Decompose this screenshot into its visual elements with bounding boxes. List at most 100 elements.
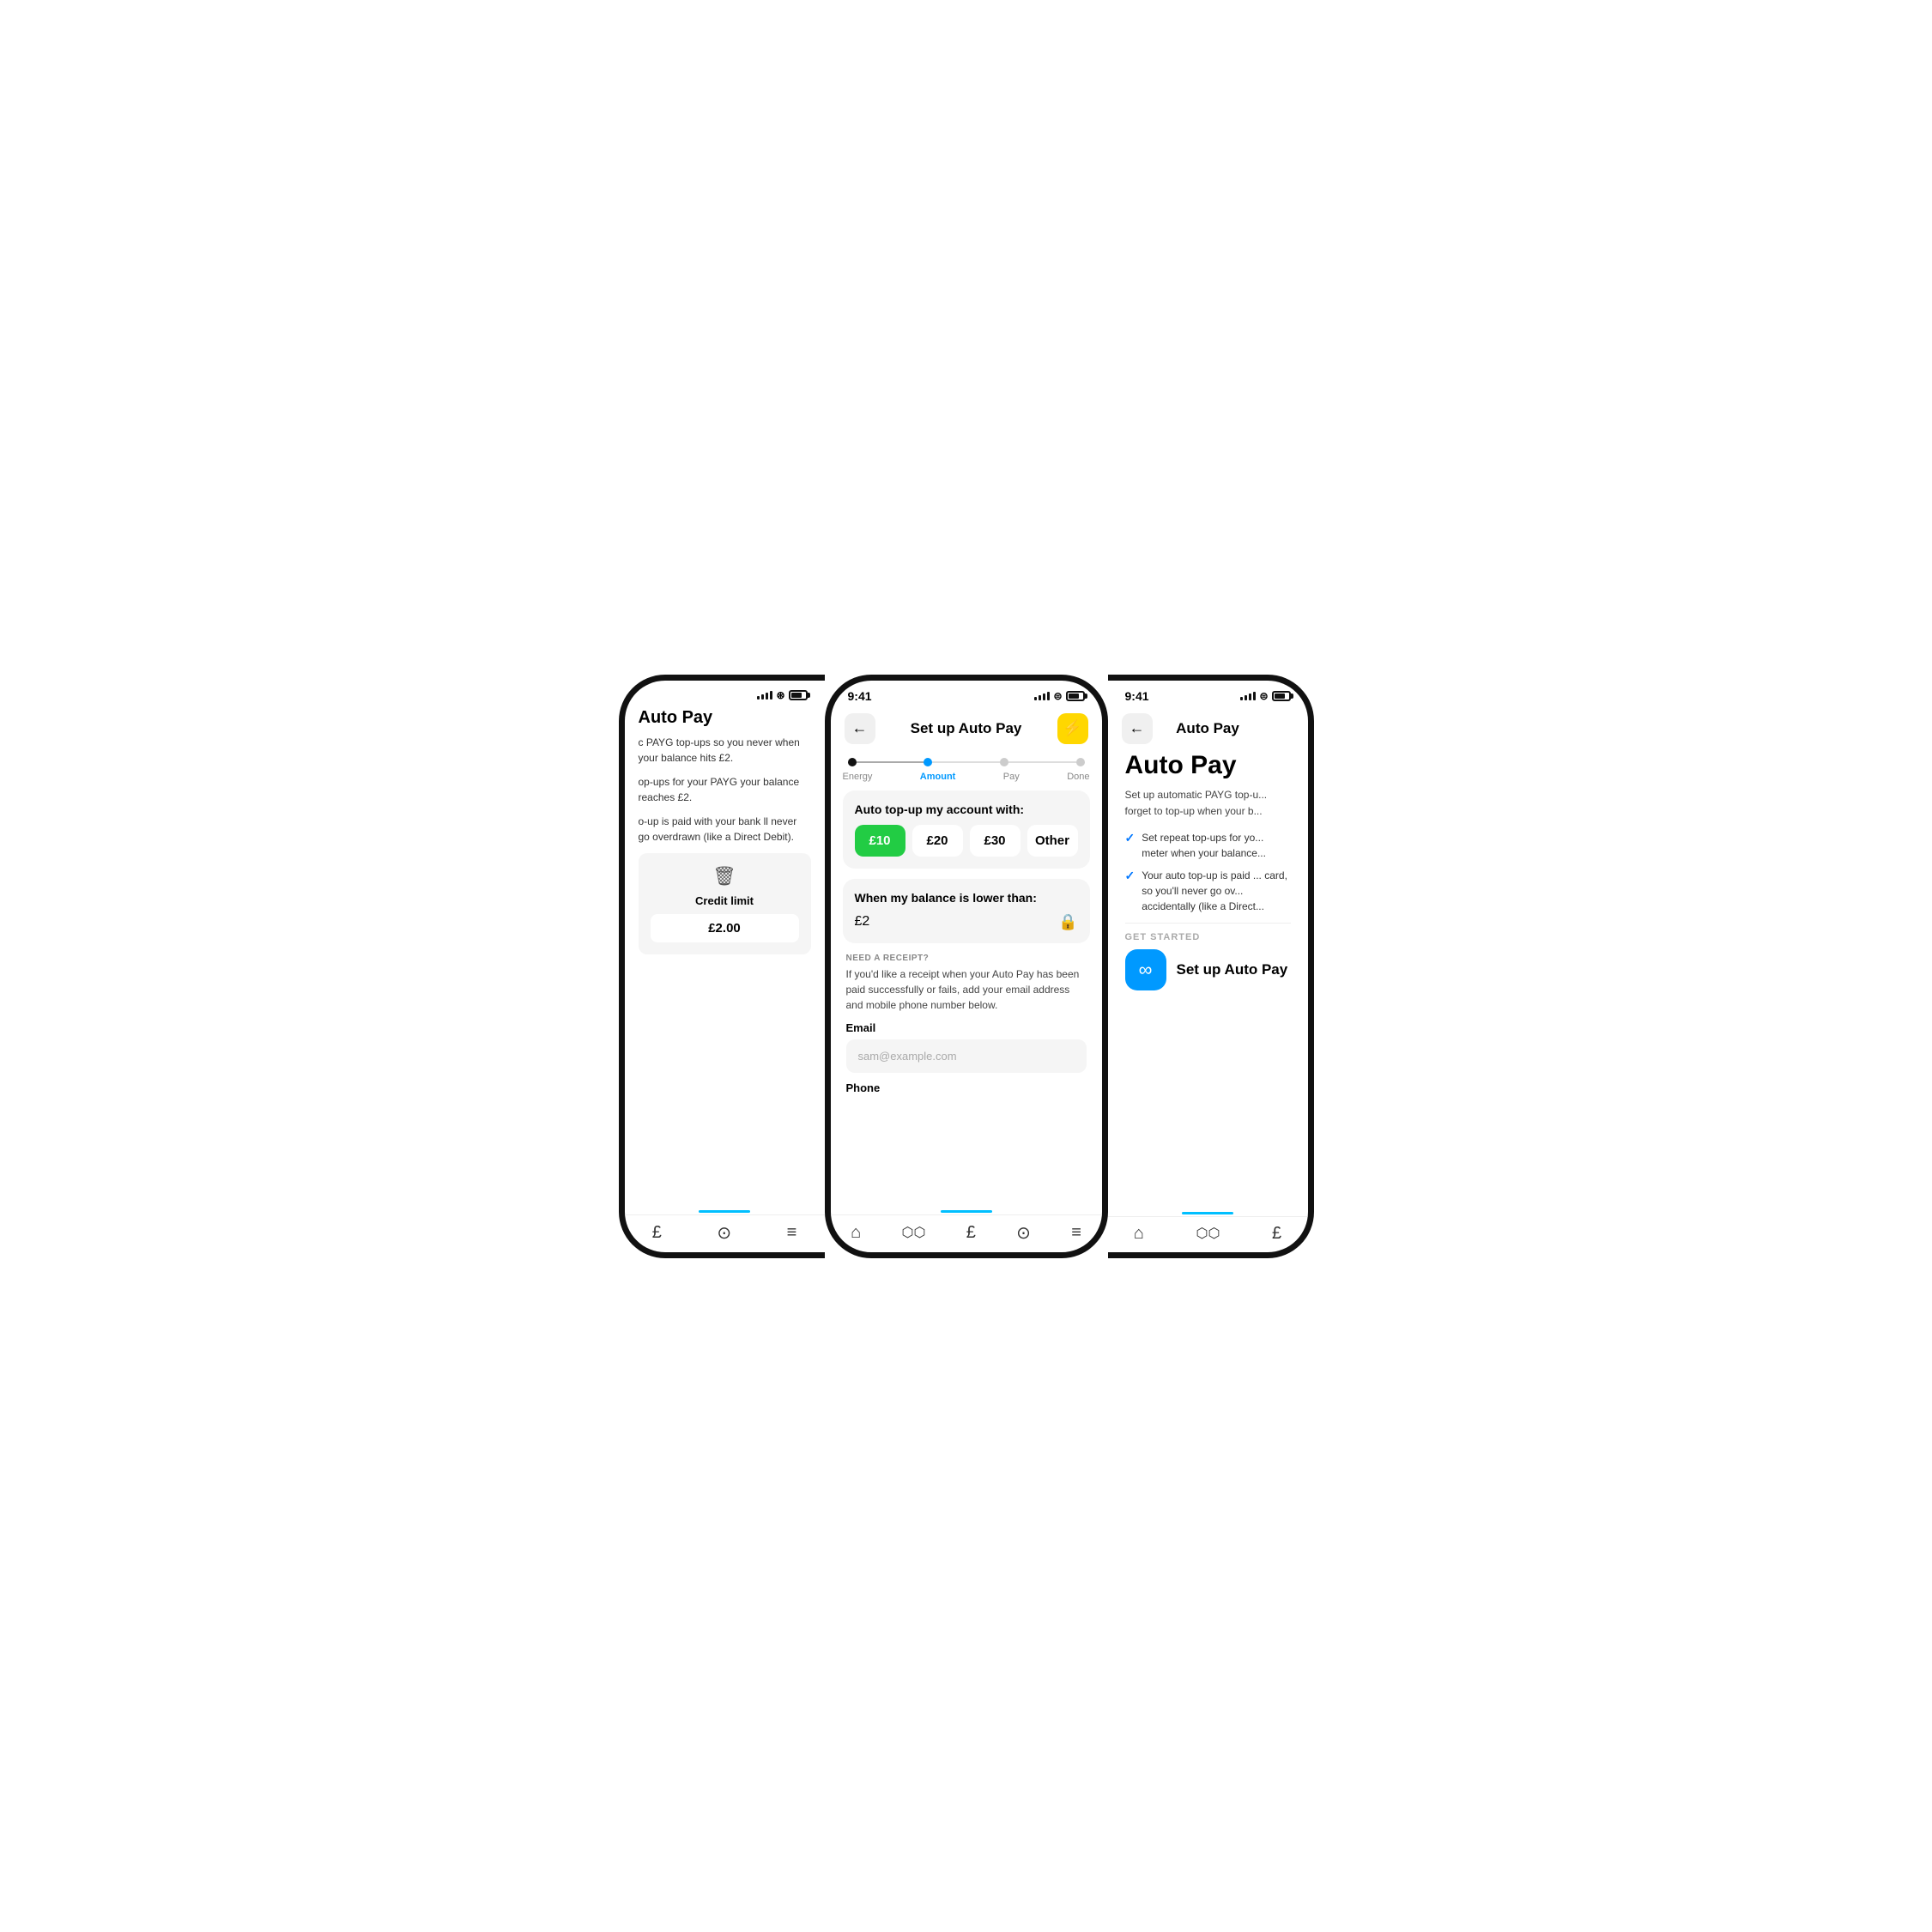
- center-header: ← Set up Auto Pay ⚡: [831, 706, 1102, 751]
- step-label-energy: Energy: [843, 772, 873, 782]
- check-item-1: ✓ Your auto top-up is paid ... card, so …: [1125, 868, 1291, 914]
- back-button-right[interactable]: ←: [1122, 713, 1153, 744]
- email-input[interactable]: sam@example.com: [846, 1039, 1087, 1073]
- receipt-section: NEED A RECEIPT? If you'd like a receipt …: [843, 954, 1090, 1094]
- usage-icon-center: ⬡⬡: [902, 1224, 926, 1241]
- amount-card: Auto top-up my account with: £10 £20 £30…: [843, 790, 1090, 869]
- scene: ⊛ Auto Pay c PAYG top-ups so you never w…: [512, 512, 1421, 1421]
- amount-btn-30[interactable]: £30: [970, 825, 1021, 857]
- step-dot-3: [1076, 758, 1085, 766]
- nav-payment-right[interactable]: £: [1272, 1224, 1281, 1244]
- right-header-title: Auto Pay: [1176, 720, 1239, 737]
- balance-row: £2 🔒: [855, 913, 1078, 931]
- nav-payment-center[interactable]: £: [966, 1223, 976, 1243]
- right-nav-indicator: [1182, 1212, 1233, 1214]
- setup-btn-label: Set up Auto Pay: [1177, 961, 1288, 978]
- step-labels: Energy Amount Pay Done: [831, 770, 1102, 790]
- menu-icon-center: ≡: [1071, 1223, 1081, 1243]
- right-page-title: Auto Pay: [1125, 751, 1291, 780]
- step-line-0: [857, 761, 924, 763]
- checkmark-0: ✓: [1125, 831, 1136, 845]
- check-text-0: Set repeat top-ups for yo... meter when …: [1142, 830, 1290, 861]
- help-icon-center: ⊙: [1016, 1222, 1031, 1244]
- home-icon-right: ⌂: [1134, 1224, 1144, 1244]
- step-line-1: [932, 761, 1000, 763]
- step-label-amount: Amount: [920, 772, 956, 782]
- battery-icon-left: [789, 690, 808, 700]
- time-right: 9:41: [1125, 689, 1149, 703]
- delete-area: 🗑 Credit limit £2.00: [639, 853, 811, 954]
- progress-steps: [831, 751, 1102, 770]
- battery-icon-center: [1066, 691, 1085, 701]
- phone-label: Phone: [846, 1081, 1087, 1094]
- receipt-label: NEED A RECEIPT?: [846, 954, 1087, 963]
- infinity-icon: ∞: [1125, 949, 1166, 990]
- back-button-center[interactable]: ←: [845, 713, 875, 744]
- lock-icon: 🔒: [1058, 913, 1077, 931]
- check-item-0: ✓ Set repeat top-ups for yo... meter whe…: [1125, 830, 1291, 861]
- nav-home[interactable]: ⌂: [851, 1223, 861, 1243]
- nav-menu-center[interactable]: ≡: [1071, 1223, 1081, 1243]
- check-text-1: Your auto top-up is paid ... card, so yo…: [1142, 868, 1290, 914]
- amount-options: £10 £20 £30 Other: [855, 825, 1078, 857]
- balance-card: When my balance is lower than: £2 🔒: [843, 879, 1090, 943]
- wifi-icon-right: ⊜: [1259, 690, 1268, 702]
- left-desc3: o-up is paid with your bank ll never go …: [639, 814, 811, 845]
- balance-trigger-value: £2: [855, 914, 870, 930]
- step-dot-0: [848, 758, 857, 766]
- right-content: Auto Pay Set up automatic PAYG top-u...f…: [1108, 751, 1308, 1212]
- nav-item-menu[interactable]: ≡: [787, 1223, 797, 1243]
- center-nav-indicator: [941, 1210, 992, 1213]
- status-bar-right: 9:41 ⊜: [1108, 681, 1308, 706]
- nav-usage[interactable]: ⬡⬡: [902, 1224, 926, 1241]
- left-desc1: c PAYG top-ups so you never when your ba…: [639, 735, 811, 766]
- center-body: Auto top-up my account with: £10 £20 £30…: [831, 790, 1102, 1210]
- nav-home-right[interactable]: ⌂: [1134, 1224, 1144, 1244]
- nav-usage-right[interactable]: ⬡⬡: [1196, 1225, 1220, 1242]
- time-center: 9:41: [848, 689, 872, 703]
- wifi-icon-left: ⊛: [776, 689, 784, 701]
- usage-icon-right: ⬡⬡: [1196, 1225, 1220, 1242]
- delete-icon: 🗑: [712, 865, 736, 887]
- left-desc2: op-ups for your PAYG your balance reache…: [639, 774, 811, 805]
- step-label-pay: Pay: [1003, 772, 1020, 782]
- step-label-done: Done: [1067, 772, 1089, 782]
- nav-item-payment[interactable]: £: [652, 1223, 662, 1243]
- phone-left: ⊛ Auto Pay c PAYG top-ups so you never w…: [619, 675, 825, 1258]
- amount-btn-10[interactable]: £10: [855, 825, 905, 857]
- right-header: ← Auto Pay: [1108, 706, 1308, 751]
- bottom-nav-left: £ ⊙ ≡: [625, 1214, 825, 1247]
- email-label: Email: [846, 1021, 1087, 1034]
- pound-icon-center: £: [966, 1223, 976, 1243]
- bottom-nav-center: ⌂ ⬡⬡ £ ⊙ ≡: [831, 1214, 1102, 1247]
- checkmark-1: ✓: [1125, 869, 1136, 883]
- lightning-button[interactable]: ⚡: [1057, 713, 1088, 744]
- right-desc: Set up automatic PAYG top-u...forget to …: [1125, 787, 1291, 820]
- step-line-2: [1008, 761, 1076, 763]
- pound-icon: £: [652, 1223, 662, 1243]
- nav-item-help[interactable]: ⊙: [717, 1222, 731, 1244]
- menu-icon: ≡: [787, 1223, 797, 1243]
- phone-center: 9:41 ⊜ ← Set up Auto Pay ⚡: [825, 675, 1108, 1258]
- home-icon-center: ⌂: [851, 1223, 861, 1243]
- status-bar-center: 9:41 ⊜: [831, 681, 1102, 706]
- left-title: Auto Pay: [639, 708, 811, 728]
- nav-help-center[interactable]: ⊙: [1016, 1222, 1031, 1244]
- step-dot-2: [1000, 758, 1008, 766]
- center-title: Set up Auto Pay: [911, 720, 1022, 737]
- battery-icon-right: [1272, 691, 1291, 701]
- wifi-icon-center: ⊜: [1053, 690, 1062, 702]
- help-icon: ⊙: [717, 1222, 731, 1244]
- receipt-desc: If you'd like a receipt when your Auto P…: [846, 966, 1087, 1013]
- phone-right: 9:41 ⊜ ← Auto Pay Auto P: [1108, 675, 1314, 1258]
- step-dot-1: [924, 758, 932, 766]
- amount-btn-20[interactable]: £20: [912, 825, 963, 857]
- get-started-label: GET STARTED: [1125, 923, 1291, 942]
- left-nav-indicator: [699, 1210, 750, 1213]
- amount-btn-other[interactable]: Other: [1027, 825, 1078, 857]
- credit-label: Credit limit: [695, 894, 754, 907]
- credit-value: £2.00: [651, 914, 799, 942]
- setup-auto-pay-button[interactable]: ∞ Set up Auto Pay: [1125, 949, 1291, 990]
- balance-card-title: When my balance is lower than:: [855, 891, 1078, 905]
- bottom-nav-right: ⌂ ⬡⬡ £: [1108, 1216, 1308, 1247]
